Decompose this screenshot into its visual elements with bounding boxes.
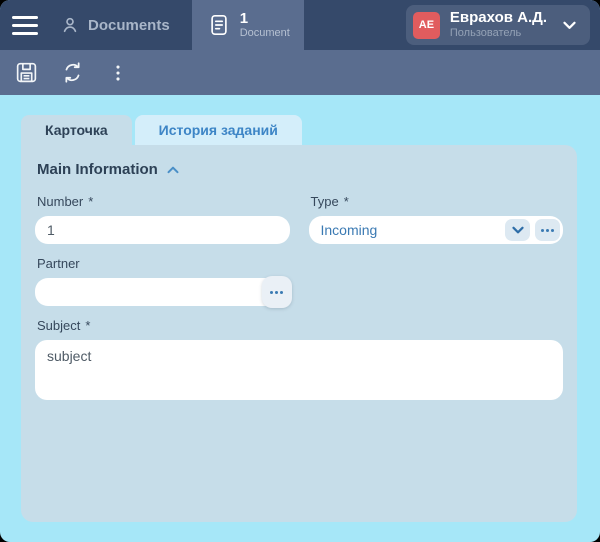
required-marker: * [88,194,93,209]
avatar: АЕ [413,12,440,39]
kebab-menu-icon [107,62,129,84]
section-header-main-information[interactable]: Main Information [37,161,563,178]
field-number: Number* [35,182,290,244]
number-input[interactable] [35,216,290,244]
more-actions-button[interactable] [102,57,134,89]
person-icon [60,15,80,35]
nav-documents-label: Documents [88,17,170,34]
type-select[interactable]: Incoming [309,216,564,244]
partner-label: Partner [37,256,290,271]
user-menu[interactable]: АЕ Еврахов А.Д. Пользователь [406,5,590,45]
app-window: Documents 1 Document АЕ Еврахов А.Д. Пол [0,0,600,542]
tab-card[interactable]: Карточка [21,115,132,145]
user-name: Еврахов А.Д. [450,9,547,27]
save-icon [14,60,39,85]
save-button[interactable] [10,57,42,89]
partner-lookup-button[interactable] [262,276,292,308]
field-subject: Subject* subject [35,318,563,405]
chevron-up-icon [167,166,179,174]
document-tab-number: 1 [240,10,290,27]
content-area: Карточка История заданий Main Informatio… [0,95,600,542]
ellipsis-icon [270,291,283,294]
document-icon [208,13,230,37]
subject-label: Subject* [37,318,563,333]
required-marker: * [344,194,349,209]
refresh-icon [60,60,85,85]
user-role: Пользователь [450,27,547,40]
chevron-down-icon [512,226,524,234]
menu-button[interactable] [0,0,50,50]
type-label: Type* [311,194,564,209]
ellipsis-icon [541,229,554,232]
section-title: Main Information [37,161,158,178]
tab-task-history[interactable]: История заданий [135,115,302,145]
type-select-value: Incoming [321,222,501,238]
toolbar [0,50,600,95]
document-tab-label: Document [240,27,290,40]
field-partner: Partner [35,244,290,306]
top-navbar: Documents 1 Document АЕ Еврахов А.Д. Пол [0,0,600,50]
refresh-button[interactable] [56,57,88,89]
page-tabs: Карточка История заданий [21,115,600,145]
required-marker: * [85,318,90,333]
field-type: Type* Incoming [309,182,564,244]
type-dropdown-button[interactable] [505,219,530,241]
card-panel: Main Information Number* Type* Incoming [21,145,577,522]
number-label: Number* [37,194,290,209]
chevron-down-icon [557,21,576,30]
partner-input[interactable] [35,278,290,306]
type-lookup-button[interactable] [535,219,560,241]
nav-documents[interactable]: Documents [50,0,192,50]
subject-textarea[interactable]: subject [35,340,563,400]
tab-document[interactable]: 1 Document [192,0,304,50]
